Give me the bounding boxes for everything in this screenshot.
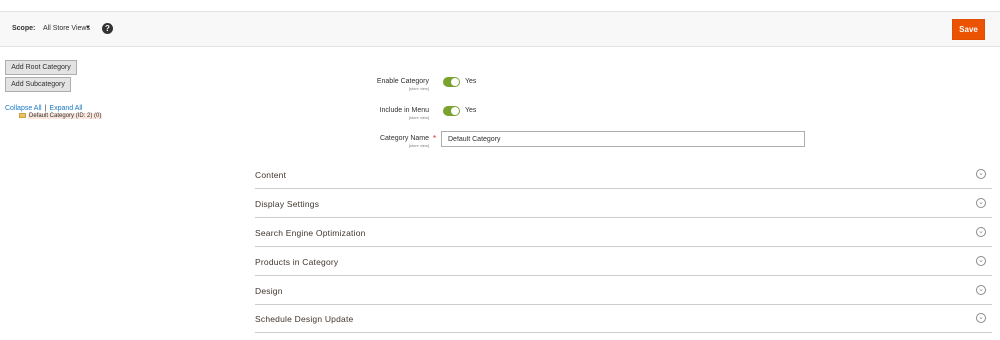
chevron-down-icon[interactable]: ▼ (85, 25, 91, 31)
save-button[interactable]: Save (952, 19, 985, 40)
include-in-menu-scope: [store view] (408, 115, 429, 120)
category-name-scope: [store view] (408, 143, 429, 148)
chevron-down-circle-icon[interactable]: ⌄ (976, 169, 986, 179)
include-in-menu-label: Include in Menu (379, 107, 429, 114)
chevron-down-circle-icon[interactable]: ⌄ (976, 198, 986, 208)
section-products-in-category[interactable]: Products in Category ⌄ (255, 247, 992, 276)
collapse-all-link[interactable]: Collapse All (5, 105, 42, 112)
tree-controls: Collapse All | Expand All (5, 105, 83, 112)
section-title: Content (255, 170, 287, 180)
enable-category-toggle[interactable] (443, 77, 460, 87)
scope-switcher[interactable]: All Store Views (43, 25, 90, 32)
tree-node[interactable]: Default Category (ID: 2) (0) (19, 113, 103, 120)
add-root-category-button[interactable]: Add Root Category (5, 60, 77, 75)
category-name-input[interactable] (441, 131, 805, 147)
enable-category-label: Enable Category (376, 78, 429, 85)
include-in-menu-value: Yes (465, 107, 477, 114)
section-title: Display Settings (255, 199, 320, 209)
separator: | (44, 105, 47, 112)
enable-category-scope: [store view] (408, 86, 429, 91)
section-title: Schedule Design Update (255, 314, 354, 324)
include-in-menu-toggle[interactable] (443, 106, 460, 116)
toggle-knob (451, 78, 459, 86)
section-title: Products in Category (255, 257, 339, 267)
help-icon[interactable]: ? (102, 23, 113, 34)
chevron-down-circle-icon[interactable]: ⌄ (976, 313, 986, 323)
tree-node-label[interactable]: Default Category (ID: 2) (0) (28, 113, 103, 120)
chevron-down-circle-icon[interactable]: ⌄ (976, 227, 986, 237)
chevron-down-circle-icon[interactable]: ⌄ (976, 285, 986, 295)
folder-icon (19, 113, 26, 118)
section-seo[interactable]: Search Engine Optimization ⌄ (255, 218, 992, 247)
required-marker: * (433, 134, 437, 143)
scope-label: Scope: (12, 25, 36, 32)
section-schedule-design-update[interactable]: Schedule Design Update ⌄ (255, 304, 992, 333)
section-design[interactable]: Design ⌄ (255, 276, 992, 305)
section-display-settings[interactable]: Display Settings ⌄ (255, 189, 992, 218)
section-title: Search Engine Optimization (255, 228, 366, 238)
section-content[interactable]: Content ⌄ (255, 160, 992, 189)
enable-category-value: Yes (465, 78, 477, 85)
scope-bar: Scope: All Store Views ▼ ? Save (0, 11, 1000, 47)
category-name-label: Category Name (379, 135, 429, 142)
section-title: Design (255, 286, 283, 296)
expand-all-link[interactable]: Expand All (49, 105, 82, 112)
toggle-knob (451, 107, 459, 115)
chevron-down-circle-icon[interactable]: ⌄ (976, 256, 986, 266)
add-subcategory-button[interactable]: Add Subcategory (5, 77, 71, 92)
